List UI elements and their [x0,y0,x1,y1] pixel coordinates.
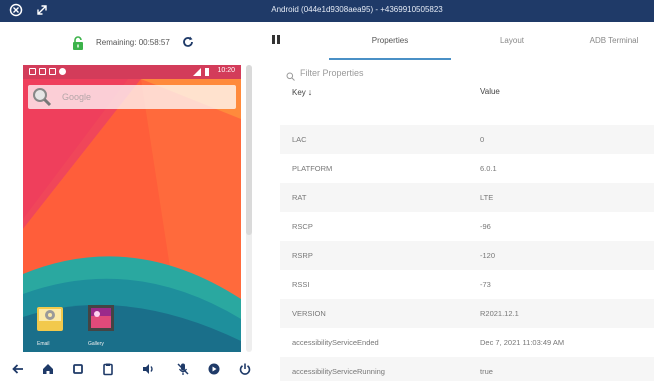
value-column-header[interactable]: Value [480,87,500,96]
window-title: Android (044e1d9308aea95) - +43699105058… [271,5,443,14]
mic-off-icon[interactable] [175,362,191,378]
notification-icons [29,68,66,76]
filter-input[interactable] [300,66,500,80]
remaining-time: Remaining: 00:58:57 [96,38,170,47]
square-icon[interactable] [70,362,86,378]
lock-icon [72,36,84,50]
search-icon [32,87,52,107]
tab-properties[interactable]: Properties [330,36,450,45]
table-row[interactable]: accessibilityServiceRunning true [280,357,654,381]
table-row[interactable]: RSRP -120 [280,241,654,270]
table-row[interactable]: RSSI -73 [280,270,654,299]
device-search-bar[interactable]: Google [28,85,236,109]
active-tab-indicator [329,58,451,60]
device-nav-toolbar [0,359,262,381]
signal-icon [193,68,201,76]
arrow-down-icon: ↓ [307,87,313,97]
clipboard-icon[interactable] [100,362,116,378]
email-app-label: Email [37,341,50,347]
inspector-pane: Properties Layout ADB Terminal Key↓ Valu… [262,22,654,381]
table-row[interactable]: LAC 0 [280,125,654,154]
tab-layout[interactable]: Layout [452,36,572,45]
back-icon[interactable] [10,362,26,378]
table-row[interactable]: RSCP -96 [280,212,654,241]
device-screen[interactable]: 10:20 Google Email Gallery [23,65,241,352]
device-scrollbar[interactable] [246,65,252,352]
power-icon[interactable] [237,362,253,378]
home-icon[interactable] [40,362,56,378]
refresh-icon[interactable] [181,35,195,49]
inspector-tabs: Properties Layout ADB Terminal [302,22,654,60]
table-row[interactable]: accessibilityServiceEnded Dec 7, 2021 11:… [280,328,654,357]
device-scroll-thumb[interactable] [246,65,252,235]
gallery-app-icon[interactable] [87,303,115,333]
device-pane: Remaining: 00:58:57 10:20 Google Email G… [0,22,262,381]
gallery-app-label: Gallery [88,341,104,347]
session-timer: Remaining: 00:58:57 [0,32,262,52]
battery-icon [205,68,209,76]
device-clock: 10:20 [217,67,235,74]
record-icon[interactable] [206,362,222,378]
window-titlebar: Android (044e1d9308aea95) - +43699105058… [0,0,654,22]
volume-icon[interactable] [140,362,156,378]
email-app-icon[interactable] [36,303,64,333]
device-statusbar: 10:20 [23,65,241,79]
table-row[interactable]: RAT LTE [280,183,654,212]
table-row[interactable]: VERSION R2021.12.1 [280,299,654,328]
table-row[interactable]: PLATFORM 6.0.1 [280,154,654,183]
search-placeholder: Google [62,92,92,102]
tab-adb-terminal[interactable]: ADB Terminal [564,36,654,45]
pause-icon[interactable] [272,35,280,45]
search-icon [286,68,295,81]
key-column-header[interactable]: Key ↓ [292,87,312,97]
